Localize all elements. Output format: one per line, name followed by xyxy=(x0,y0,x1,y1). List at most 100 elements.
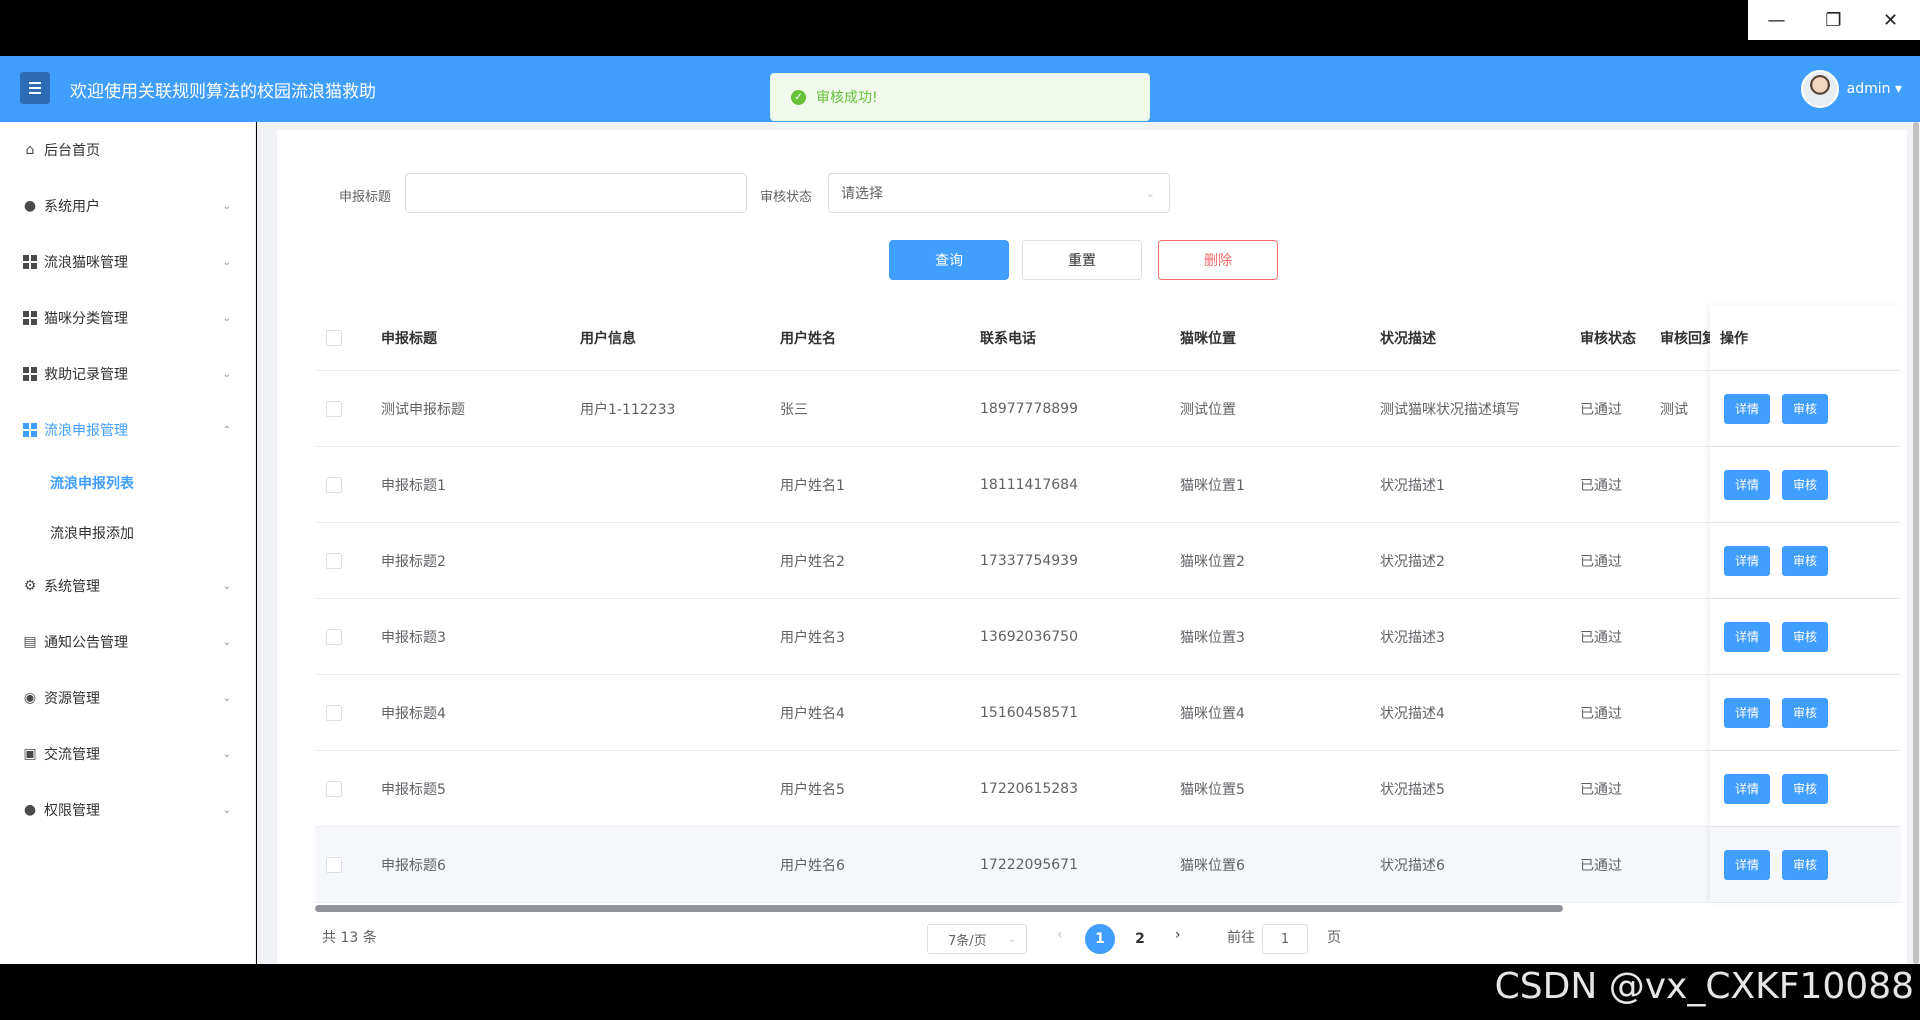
audit-button[interactable]: 审核 xyxy=(1782,773,1828,804)
cell-reply xyxy=(1660,447,1710,522)
chevron-down-icon: ⌄ xyxy=(222,804,231,816)
cell-location: 猫咪位置1 xyxy=(1180,477,1245,494)
sidebar-item-communication[interactable]: ▣ 交流管理 ⌄ xyxy=(0,726,255,782)
audit-button[interactable]: 审核 xyxy=(1782,697,1828,728)
sidebar-subitem-report-list[interactable]: 流浪申报列表 xyxy=(0,458,255,508)
cell-description: 状况描述4 xyxy=(1380,705,1445,722)
status-filter-select[interactable]: 请选择 ⌄ xyxy=(828,173,1170,213)
compass-icon: ◉ xyxy=(23,690,37,706)
title-filter-input[interactable] xyxy=(405,173,747,213)
sidebar-item-stray-cats[interactable]: 流浪猫咪管理 ⌄ xyxy=(0,234,255,290)
sidebar-item-label: 后台首页 xyxy=(44,143,100,159)
cell-user-info: 用户1-112233 xyxy=(580,401,676,418)
page-size-select[interactable]: 7条/页 ⌄ xyxy=(927,924,1027,954)
table-row[interactable]: 申报标题6 用户姓名6 17222095671 猫咪位置6 状况描述6 已通过 … xyxy=(315,827,1901,903)
sidebar-item-system-management[interactable]: ⚙ 系统管理 ⌄ xyxy=(0,558,255,614)
sidebar-item-resources[interactable]: ◉ 资源管理 ⌄ xyxy=(0,670,255,726)
row-checkbox[interactable] xyxy=(326,856,342,873)
page-vertical-scrollbar[interactable] xyxy=(1912,122,1920,964)
sidebar-item-cat-categories[interactable]: 猫咪分类管理 ⌄ xyxy=(0,290,255,346)
audit-button[interactable]: 审核 xyxy=(1782,621,1828,652)
chevron-down-icon: ⌄ xyxy=(222,580,231,592)
sidebar-subitem-report-add[interactable]: 流浪申报添加 xyxy=(0,508,255,558)
page-number[interactable]: 2 xyxy=(1125,924,1155,954)
table-row[interactable]: 申报标题4 用户姓名4 15160458571 猫咪位置4 状况描述4 已通过 … xyxy=(315,675,1901,751)
detail-button[interactable]: 详情 xyxy=(1724,393,1770,424)
goto-page-input[interactable]: 1 xyxy=(1262,924,1308,954)
sidebar-item-stray-reports[interactable]: 流浪申报管理 ⌃ xyxy=(0,402,255,458)
list-card: 申报标题 审核状态 请选择 ⌄ 查询 重置 删除 申报标题 用户信息 用户姓名 … xyxy=(277,130,1907,964)
detail-button[interactable]: 详情 xyxy=(1724,545,1770,576)
page-suffix: 页 xyxy=(1327,930,1341,946)
detail-button[interactable]: 详情 xyxy=(1724,621,1770,652)
minimize-button[interactable]: — xyxy=(1748,0,1805,40)
page-size-value: 7条/页 xyxy=(948,933,987,949)
row-checkbox[interactable] xyxy=(326,704,342,721)
sidebar-item-label: 系统管理 xyxy=(44,579,100,595)
cell-phone: 17337754939 xyxy=(980,552,1078,569)
chevron-down-icon: ⌄ xyxy=(222,748,231,760)
maximize-button[interactable]: ❐ xyxy=(1805,0,1862,40)
menu-toggle-icon[interactable] xyxy=(20,72,50,104)
goto-label: 前往 xyxy=(1227,930,1255,946)
cell-reply xyxy=(1660,599,1710,674)
table-horizontal-scrollbar[interactable] xyxy=(315,905,1901,913)
row-actions: 详情 审核 xyxy=(1710,599,1901,674)
cell-reply xyxy=(1660,751,1710,826)
detail-button[interactable]: 详情 xyxy=(1724,697,1770,728)
cell-name: 张三 xyxy=(780,401,808,418)
close-button[interactable]: ✕ xyxy=(1862,0,1919,40)
table-row[interactable]: 申报标题1 用户姓名1 18111417684 猫咪位置1 状况描述1 已通过 … xyxy=(315,447,1901,523)
row-checkbox[interactable] xyxy=(326,780,342,797)
table-row[interactable]: 申报标题2 用户姓名2 17337754939 猫咪位置2 状况描述2 已通过 … xyxy=(315,523,1901,599)
table-row[interactable]: 测试申报标题 用户1-112233 张三 18977778899 测试位置 测试… xyxy=(315,371,1901,447)
chevron-down-icon: ⌄ xyxy=(222,256,231,268)
avatar[interactable] xyxy=(1800,70,1839,108)
cell-name: 用户姓名1 xyxy=(780,477,845,494)
sidebar-item-permissions[interactable]: ● 权限管理 ⌄ xyxy=(0,782,255,838)
sidebar-item-label: 流浪申报管理 xyxy=(44,423,128,439)
row-checkbox[interactable] xyxy=(326,628,342,645)
sidebar-item-system-users[interactable]: ● 系统用户 ⌄ xyxy=(0,178,255,234)
detail-button[interactable]: 详情 xyxy=(1724,773,1770,804)
cell-status: 已通过 xyxy=(1580,477,1622,494)
sidebar-item-rescue-records[interactable]: 救助记录管理 ⌄ xyxy=(0,346,255,402)
table-row[interactable]: 申报标题5 用户姓名5 17220615283 猫咪位置5 状况描述5 已通过 … xyxy=(315,751,1901,827)
column-header: 联系电话 xyxy=(980,330,1036,347)
gear-icon: ⚙ xyxy=(23,578,37,594)
cell-reply xyxy=(1660,827,1710,902)
reset-button[interactable]: 重置 xyxy=(1022,240,1142,280)
sidebar-item-label: 救助记录管理 xyxy=(44,367,128,383)
page-number[interactable]: 1 xyxy=(1085,924,1115,954)
detail-button[interactable]: 详情 xyxy=(1724,469,1770,500)
select-all-checkbox[interactable] xyxy=(326,329,342,346)
cell-title: 申报标题3 xyxy=(381,629,446,646)
cell-reply xyxy=(1660,523,1710,598)
row-checkbox[interactable] xyxy=(326,476,342,493)
row-actions: 详情 审核 xyxy=(1710,675,1901,750)
cell-phone: 18977778899 xyxy=(980,400,1078,417)
sidebar-item-notices[interactable]: ▤ 通知公告管理 ⌄ xyxy=(0,614,255,670)
cell-status: 已通过 xyxy=(1580,705,1622,722)
row-checkbox[interactable] xyxy=(326,400,342,417)
detail-button[interactable]: 详情 xyxy=(1724,849,1770,880)
next-page-icon[interactable]: › xyxy=(1175,927,1181,943)
prev-page-icon[interactable]: ‹ xyxy=(1057,927,1063,943)
audit-button[interactable]: 审核 xyxy=(1782,393,1828,424)
cell-location: 测试位置 xyxy=(1180,401,1236,418)
query-button[interactable]: 查询 xyxy=(889,240,1009,280)
user-menu[interactable]: admin ▾ xyxy=(1800,70,1902,108)
scrollbar-thumb[interactable] xyxy=(315,905,1563,912)
audit-button[interactable]: 审核 xyxy=(1782,849,1828,880)
sidebar-item-label: 权限管理 xyxy=(44,803,100,819)
table-row[interactable]: 申报标题3 用户姓名3 13692036750 猫咪位置3 状况描述3 已通过 … xyxy=(315,599,1901,675)
row-actions: 详情 审核 xyxy=(1710,447,1901,522)
row-checkbox[interactable] xyxy=(326,552,342,569)
grid-icon xyxy=(22,422,38,438)
audit-button[interactable]: 审核 xyxy=(1782,545,1828,576)
audit-button[interactable]: 审核 xyxy=(1782,469,1828,500)
delete-button[interactable]: 删除 xyxy=(1158,240,1278,280)
chevron-down-icon: ⌄ xyxy=(222,312,231,324)
user-name[interactable]: admin ▾ xyxy=(1847,81,1902,97)
sidebar-item-home[interactable]: ⌂ 后台首页 xyxy=(0,122,255,178)
